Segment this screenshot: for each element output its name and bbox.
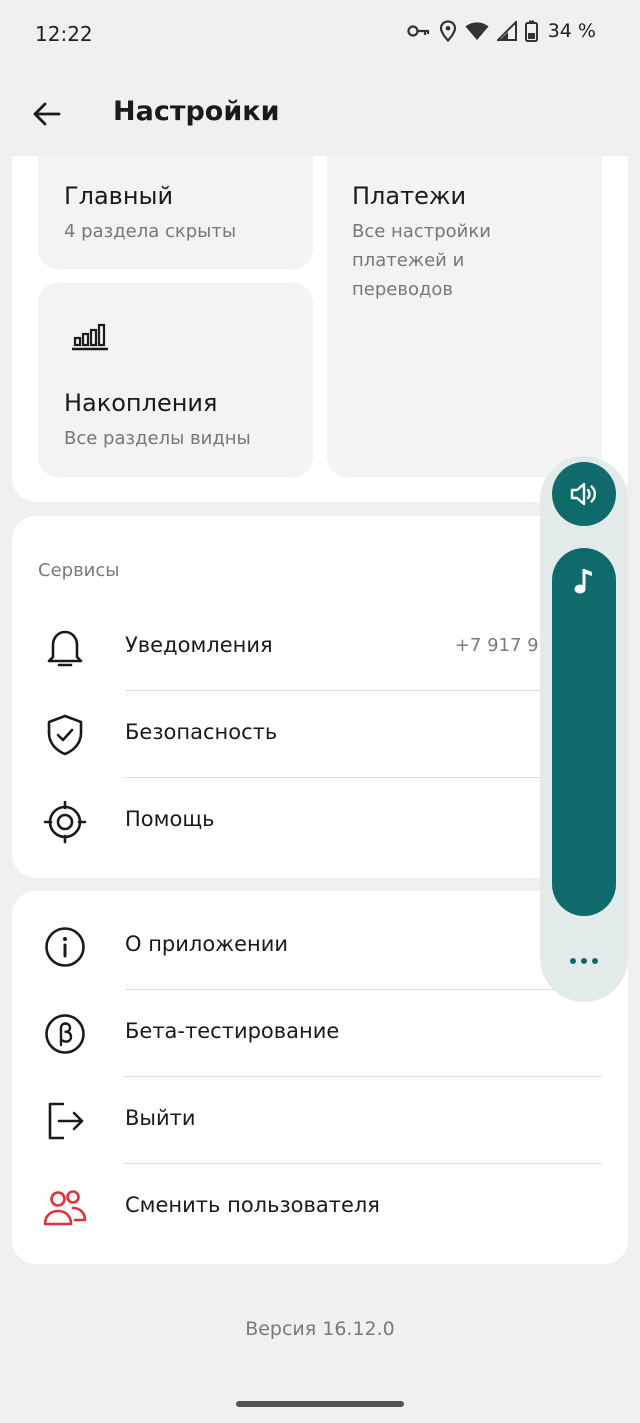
wifi-icon [465,22,489,40]
tile-main[interactable]: Главный 4 раздела скрыты [38,156,313,269]
row-switch-user[interactable]: Сменить пользователя [12,1164,628,1251]
row-logout-label: Выйти [125,1106,196,1130]
row-about-label: О приложении [125,932,289,956]
volume-slider[interactable] [552,548,616,916]
speaker-icon [570,482,597,506]
row-security-label: Безопасность [125,720,278,744]
tile-savings[interactable]: Накопления Все разделы видны [38,283,313,477]
row-beta-label: Бета-тестирование [125,1019,340,1043]
status-time: 12:22 [35,22,93,46]
services-card: Сервисы Уведомления +7 917 969- Безопасн… [12,516,628,878]
tile-savings-title: Накопления [64,389,218,417]
more-icon [570,958,576,964]
back-button[interactable] [26,94,66,134]
beta-icon [42,1011,88,1057]
app-version: Версия 16.12.0 [245,1318,395,1340]
volume-mute-button[interactable] [552,462,616,526]
sections-card: Главный 4 раздела скрыты Платежи Все нас… [12,156,628,502]
battery-percent: 34 % [547,20,596,42]
app-card: О приложении Бета-тестирование Выйти Сме… [12,891,628,1264]
location-icon [439,20,456,42]
logout-icon [42,1098,88,1144]
tile-payments-subtitle: Все настройки платежей и переводов [352,221,491,300]
row-notifications[interactable]: Уведомления +7 917 969- [12,604,628,691]
arrow-left-icon [33,102,61,126]
shield-check-icon [42,712,88,758]
signal-icon [496,21,517,41]
services-section-label: Сервисы [38,560,120,581]
bell-icon [42,625,88,671]
volume-more-button[interactable] [560,946,608,976]
row-security[interactable]: Безопасность [12,691,628,778]
row-help-label: Помощь [125,807,215,831]
music-note-icon [574,569,592,594]
battery-icon [524,20,538,42]
tile-main-title: Главный [64,182,174,210]
app-bar: Настройки [0,70,640,156]
tile-savings-subtitle: Все разделы видны [64,428,251,449]
users-icon [42,1185,88,1231]
vpn-key-icon [407,25,429,37]
row-about[interactable]: О приложении [12,903,628,990]
tile-payments[interactable]: Платежи Все настройки платежей и перевод… [327,156,602,477]
row-beta[interactable]: Бета-тестирование [12,990,628,1077]
tile-payments-title: Платежи [352,182,467,210]
row-notifications-label: Уведомления [125,633,273,657]
status-bar: 12:22 34 % [0,0,640,70]
info-icon [42,924,88,970]
row-help[interactable]: Помощь [12,778,628,865]
status-icons: 34 % [407,20,596,42]
lifebuoy-icon [42,799,88,845]
gesture-nav-pill[interactable] [236,1401,404,1407]
row-switch-user-label: Сменить пользователя [125,1193,380,1217]
row-logout[interactable]: Выйти [12,1077,628,1164]
bar-chart-icon [72,323,108,351]
tile-main-subtitle: 4 раздела скрыты [64,221,237,242]
page-title: Настройки [113,96,280,127]
